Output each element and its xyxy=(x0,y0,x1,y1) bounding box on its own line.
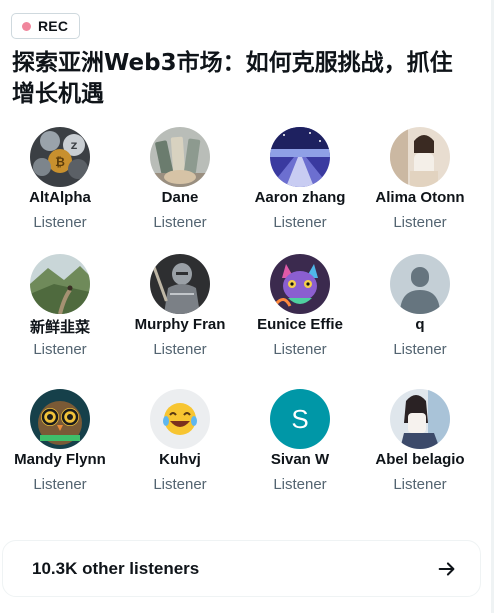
participant-name: Abel belagio xyxy=(375,451,465,468)
participant-card[interactable]: ₿ Z AltAlpha Listener xyxy=(0,127,120,247)
participant-card[interactable]: Kuhvj Listener xyxy=(120,389,240,509)
participant-role: Listener xyxy=(33,214,87,231)
avatar-initial: S xyxy=(291,404,308,434)
arrow-right-icon xyxy=(438,562,455,576)
participant-role: Listener xyxy=(33,341,87,358)
participant-role: Listener xyxy=(273,341,327,358)
svg-text:₿: ₿ xyxy=(55,155,65,169)
participant-name: 新鲜韭菜 xyxy=(29,319,90,336)
participant-role: Listener xyxy=(153,214,207,231)
money-cards-avatar xyxy=(150,127,210,187)
participant-card[interactable]: Alima Otonn Listener xyxy=(360,127,480,247)
participant-card[interactable]: Murphy Fran Listener xyxy=(120,254,240,374)
participant-name: Mandy Flynn xyxy=(14,451,106,468)
colorful-cat-avatar xyxy=(270,254,330,314)
participant-name: q xyxy=(415,316,425,333)
participant-role: Listener xyxy=(153,341,207,358)
rec-label: REC xyxy=(38,18,69,34)
participant-card[interactable]: Mandy Flynn Listener xyxy=(0,389,120,509)
participant-name: Kuhvj xyxy=(159,451,201,468)
participant-card[interactable]: 新鲜韭菜 Listener xyxy=(0,254,120,374)
mountain-landscape-avatar xyxy=(30,254,90,314)
participant-card[interactable]: q Listener xyxy=(360,254,480,374)
participant-card[interactable]: Aaron zhang Listener xyxy=(240,127,360,247)
participant-name: AltAlpha xyxy=(29,189,91,206)
default-profile-avatar xyxy=(390,254,450,314)
participant-card[interactable]: Abel belagio Listener xyxy=(360,389,480,509)
participant-role: Listener xyxy=(393,341,447,358)
woman-photo-avatar xyxy=(390,389,450,449)
participant-card[interactable]: S Sivan W Listener xyxy=(240,389,360,509)
participant-name: Eunice Effie xyxy=(257,316,343,333)
owl-glasses-avatar xyxy=(30,389,90,449)
participant-role: Listener xyxy=(273,214,327,231)
participant-name: Dane xyxy=(161,189,199,206)
participant-role: Listener xyxy=(273,476,327,493)
recording-dot-icon xyxy=(22,21,31,31)
rec-badge: REC xyxy=(11,13,80,39)
participant-name: Murphy Fran xyxy=(134,316,226,333)
knight-armor-avatar xyxy=(150,254,210,314)
participant-card[interactable]: Eunice Effie Listener xyxy=(240,254,360,374)
participant-name: Alima Otonn xyxy=(375,189,465,206)
participant-role: Listener xyxy=(33,476,87,493)
laughing-emoji-avatar xyxy=(150,389,210,449)
participant-card[interactable]: Dane Listener xyxy=(120,127,240,247)
space-title: 探索亚洲Web3市场：如何克服挑战，抓住增长机遇 xyxy=(12,50,453,107)
other-listeners-button[interactable]: 10.3K other listeners xyxy=(2,540,481,597)
participant-role: Listener xyxy=(393,476,447,493)
other-listeners-label: 10.3K other listeners xyxy=(32,558,200,578)
participant-name: Aaron zhang xyxy=(254,189,346,206)
svg-text:Z: Z xyxy=(71,142,78,152)
participant-role: Listener xyxy=(153,476,207,493)
woman-photo-avatar xyxy=(390,127,450,187)
road-horizon-avatar xyxy=(270,127,330,187)
participant-role: Listener xyxy=(393,214,447,231)
crypto-coins-avatar: ₿ Z xyxy=(30,127,90,187)
participant-name: Sivan W xyxy=(270,451,330,468)
letter-avatar: S xyxy=(270,389,330,449)
